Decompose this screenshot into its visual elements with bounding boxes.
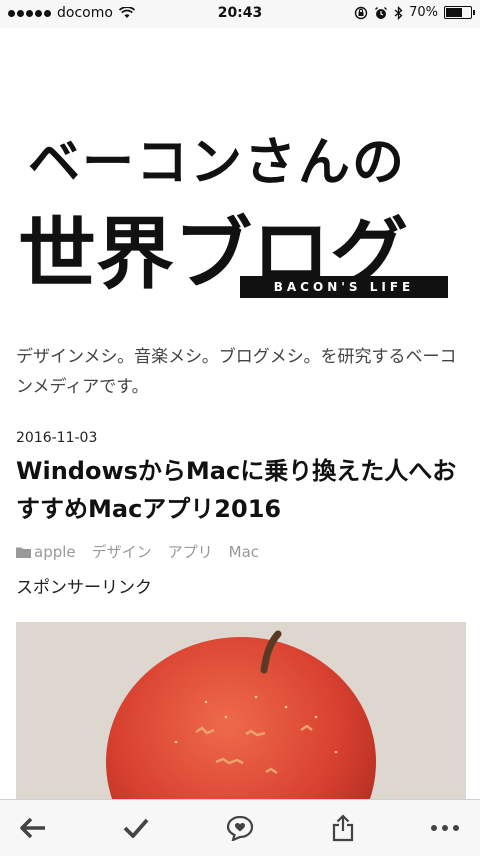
- post-title[interactable]: WindowsからMacに乗り換えた人へおすすめMacアプリ2016: [16, 452, 471, 528]
- share-icon: [332, 814, 354, 842]
- tag-apple[interactable]: apple: [16, 543, 76, 561]
- tag-app[interactable]: アプリ: [168, 541, 213, 562]
- comment-button[interactable]: [225, 814, 255, 842]
- battery-fill: [446, 8, 463, 17]
- back-arrow-icon: [20, 817, 45, 839]
- blog-logo[interactable]: ベーコンさんの 世界ブログ BACON'S LIFE: [18, 110, 458, 310]
- share-button[interactable]: [328, 814, 358, 842]
- check-icon: [123, 818, 149, 838]
- status-right: 70%: [354, 5, 475, 20]
- post-tags: apple デザイン アプリ Mac: [16, 541, 259, 562]
- tag-design[interactable]: デザイン: [92, 541, 152, 562]
- tag-label: apple: [34, 542, 76, 561]
- apple-photo: [16, 622, 466, 802]
- back-button[interactable]: [18, 814, 48, 842]
- bluetooth-icon: [394, 5, 403, 20]
- comment-icon: [226, 815, 254, 841]
- blog-description: デザインメシ。音楽メシ。ブログメシ。を研究するベーコンメディアです。: [16, 347, 457, 397]
- folder-icon: [16, 547, 31, 558]
- bottom-toolbar: [0, 799, 480, 856]
- logo-tagline: BACON'S LIFE: [240, 276, 448, 298]
- battery-percent: 70%: [409, 5, 438, 20]
- status-bar: docomo 20:43 70%: [0, 0, 480, 28]
- more-button[interactable]: [430, 814, 460, 842]
- battery-icon: [444, 6, 475, 19]
- more-icon: [431, 825, 459, 831]
- tag-mac[interactable]: Mac: [229, 543, 259, 561]
- check-button[interactable]: [121, 814, 151, 842]
- logo-line1: ベーコンさんの: [28, 133, 407, 193]
- post-date: 2016-11-03: [16, 430, 98, 446]
- rotation-lock-icon: [354, 6, 368, 19]
- post-image[interactable]: [16, 622, 466, 802]
- sponsor-label: スポンサーリンク: [16, 578, 152, 598]
- alarm-icon: [375, 6, 388, 19]
